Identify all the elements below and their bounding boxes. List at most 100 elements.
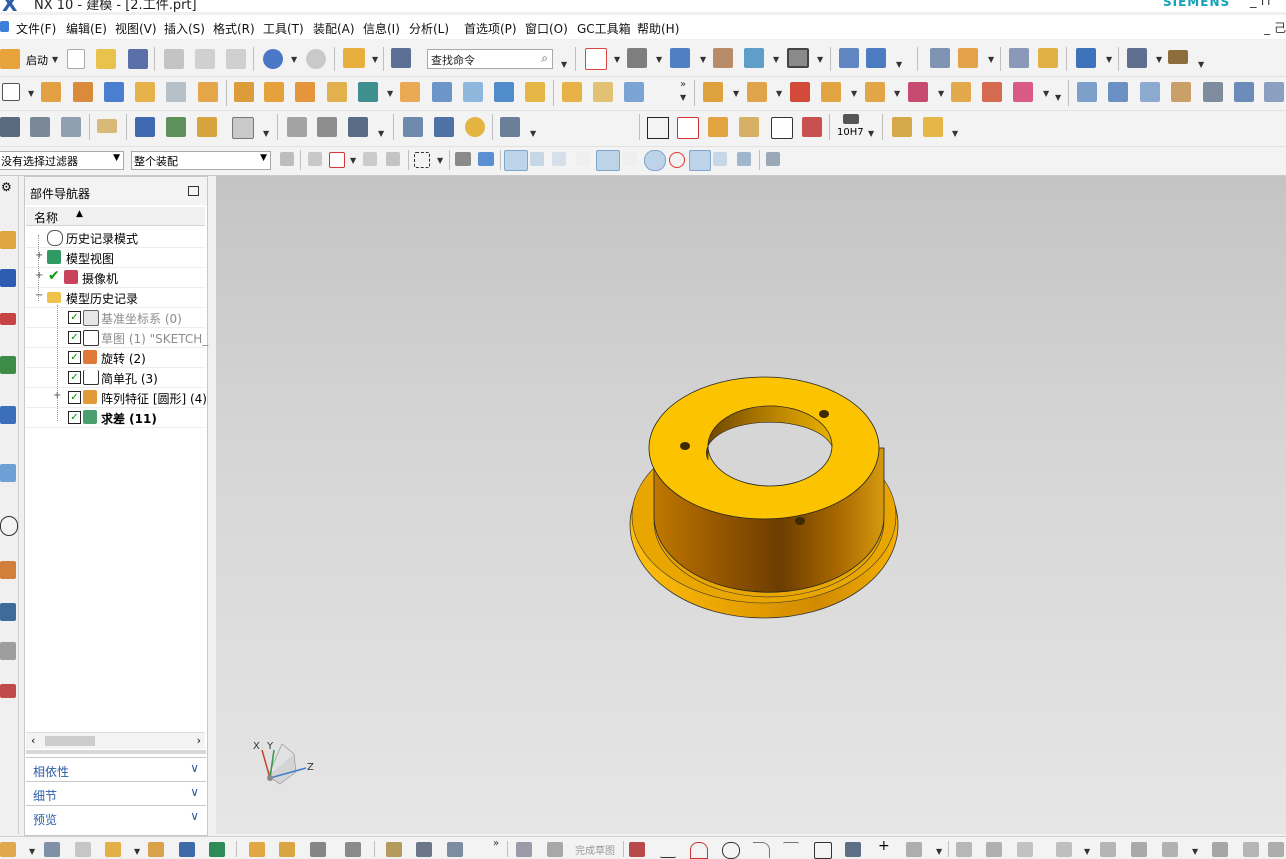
assembly-navigator-icon[interactable] bbox=[0, 117, 20, 137]
constrain-dropdown-icon[interactable]: ▼ bbox=[1192, 847, 1198, 856]
snap-view-icon[interactable] bbox=[839, 48, 859, 68]
intersect-icon[interactable] bbox=[790, 82, 810, 102]
profile-icon[interactable] bbox=[629, 842, 645, 857]
search-icon[interactable]: ⌕ bbox=[541, 51, 548, 66]
circle-icon[interactable] bbox=[722, 842, 740, 859]
tolerance-icon[interactable] bbox=[843, 114, 859, 124]
more-features-icon[interactable]: » bbox=[680, 79, 686, 90]
dimension-icon[interactable] bbox=[802, 117, 822, 137]
checkmark-icon[interactable]: ✔ bbox=[48, 268, 60, 284]
menu-view[interactable]: 视图(V) bbox=[115, 20, 157, 37]
layer-category-icon[interactable] bbox=[930, 48, 950, 68]
window-dropdown-icon[interactable]: ▼ bbox=[372, 55, 378, 64]
curve-analysis-icon[interactable] bbox=[287, 117, 307, 137]
snap-point-toggle-icon[interactable] bbox=[504, 150, 528, 171]
curve-dropdown-icon[interactable]: ▼ bbox=[936, 847, 942, 856]
menu-analysis[interactable]: 分析(L) bbox=[409, 20, 449, 37]
exploded-view-icon[interactable] bbox=[209, 842, 225, 857]
constraint-dropdown-icon[interactable]: ▼ bbox=[134, 847, 140, 856]
scrollbar-thumb[interactable] bbox=[45, 736, 95, 746]
arrangement-icon[interactable] bbox=[310, 842, 326, 857]
open-folder-icon[interactable] bbox=[96, 49, 116, 69]
visibility-checkbox[interactable]: ✓ bbox=[68, 311, 81, 324]
hide-show-icon[interactable] bbox=[1038, 48, 1058, 68]
table-add-icon[interactable] bbox=[708, 117, 728, 137]
subtract-tool-icon[interactable] bbox=[747, 82, 767, 102]
menu-edit[interactable]: 编辑(E) bbox=[66, 20, 107, 37]
wcs-icon[interactable] bbox=[958, 48, 978, 68]
geometric-constraints-icon[interactable] bbox=[1131, 842, 1147, 857]
tree-row-history-mode[interactable]: 历史记录模式 bbox=[26, 227, 205, 248]
show-and-hide-icon[interactable] bbox=[1076, 48, 1096, 68]
select-intent-icon[interactable] bbox=[363, 152, 377, 166]
bom-icon[interactable] bbox=[739, 117, 759, 137]
start-button[interactable]: 启动 bbox=[26, 52, 48, 68]
relations-browser-icon[interactable] bbox=[1243, 842, 1259, 857]
through-curves-icon[interactable] bbox=[1077, 82, 1097, 102]
bounded-grid-icon[interactable] bbox=[737, 152, 751, 166]
settings-icon[interactable]: ⚙ bbox=[1, 180, 12, 194]
menu-window[interactable]: 窗口(O) bbox=[525, 20, 568, 37]
quick-extend-icon[interactable] bbox=[986, 842, 1002, 857]
menu-help[interactable]: 帮助(H) bbox=[637, 20, 679, 37]
point-dropdown-icon[interactable]: ▼ bbox=[1156, 55, 1162, 64]
background-icon[interactable] bbox=[787, 48, 809, 68]
cut-icon[interactable] bbox=[164, 49, 184, 69]
chevron-down-icon[interactable]: ∨ bbox=[190, 785, 199, 799]
add-component-icon[interactable] bbox=[44, 842, 60, 857]
mirror-curve-icon[interactable] bbox=[1056, 842, 1072, 857]
part-navigator-tab-icon[interactable] bbox=[0, 313, 16, 325]
quick-trim-icon[interactable] bbox=[956, 842, 972, 857]
clearance-icon[interactable] bbox=[386, 842, 402, 857]
wcs-dropdown-icon[interactable]: ▼ bbox=[988, 55, 994, 64]
tool-setup-icon[interactable] bbox=[500, 117, 520, 137]
studio-surface-icon[interactable] bbox=[1171, 82, 1191, 102]
tree-row-datum-csys[interactable]: ✓ 基准坐标系 (0) bbox=[26, 307, 205, 328]
tree-row-model-views[interactable]: + 模型视图 bbox=[26, 247, 205, 268]
tree-row-sketch[interactable]: ✓ 草图 (1) "SKETCH_ bbox=[26, 327, 208, 348]
menu-preferences[interactable]: 首选项(P) bbox=[464, 20, 517, 37]
rectangle-icon[interactable] bbox=[814, 842, 832, 859]
graphics-window[interactable]: X Y Z bbox=[216, 176, 1286, 834]
window-switch-icon[interactable] bbox=[343, 48, 365, 68]
rectangle-select-icon[interactable] bbox=[414, 152, 430, 168]
n-sided-surface-icon[interactable] bbox=[1203, 82, 1223, 102]
visibility-checkbox[interactable]: ✓ bbox=[68, 371, 81, 384]
pocket-icon[interactable] bbox=[295, 82, 315, 102]
select-box-icon[interactable] bbox=[329, 152, 345, 168]
auto-constrain-icon[interactable] bbox=[1162, 842, 1178, 857]
fit-view-icon[interactable] bbox=[585, 48, 607, 70]
table-icon[interactable] bbox=[677, 117, 699, 139]
visibility-checkbox[interactable]: ✓ bbox=[68, 391, 81, 404]
center-point-icon[interactable] bbox=[644, 150, 666, 171]
replace-face-icon[interactable] bbox=[908, 82, 928, 102]
command-finder-dropdown-icon[interactable]: ▼ bbox=[561, 60, 567, 69]
more-tools-icon[interactable]: » bbox=[493, 838, 499, 849]
spring-icon[interactable] bbox=[403, 117, 423, 137]
tolerance-dropdown-icon[interactable]: ▼ bbox=[868, 129, 874, 138]
redo-icon[interactable] bbox=[306, 49, 326, 69]
finish-sketch-label[interactable]: 完成草图 bbox=[575, 842, 615, 857]
thicken-icon[interactable] bbox=[525, 82, 545, 102]
menu-gc-toolbox[interactable]: GC工具箱 bbox=[577, 20, 631, 37]
block-icon[interactable] bbox=[104, 82, 124, 102]
unite-icon[interactable] bbox=[703, 82, 723, 102]
gear-icon[interactable] bbox=[434, 117, 454, 137]
visibility-checkbox[interactable]: ✓ bbox=[68, 351, 81, 364]
attribute-icon[interactable] bbox=[166, 117, 186, 137]
patch-icon[interactable] bbox=[982, 82, 1002, 102]
horizontal-scrollbar[interactable]: ‹ › bbox=[26, 732, 205, 749]
undo-dropdown-icon[interactable]: ▼ bbox=[291, 55, 297, 64]
mirror-dropdown-icon[interactable]: ▼ bbox=[894, 89, 900, 98]
quadrant-point-icon[interactable] bbox=[669, 152, 685, 168]
arc-icon[interactable] bbox=[690, 842, 708, 859]
new-file-icon[interactable] bbox=[67, 49, 85, 69]
select-dropdown-icon[interactable]: ▼ bbox=[350, 156, 356, 165]
analysis-dropdown-icon[interactable]: ▼ bbox=[378, 129, 384, 138]
edge-blend-icon[interactable] bbox=[562, 82, 582, 102]
tree-row-subtract[interactable]: ✓ 求差 (11) bbox=[26, 407, 205, 428]
emboss-icon[interactable] bbox=[327, 82, 347, 102]
unite-dropdown-icon[interactable]: ▼ bbox=[733, 89, 739, 98]
show-hide-dropdown-icon[interactable]: ▼ bbox=[1106, 55, 1112, 64]
edit-section-icon[interactable] bbox=[713, 48, 733, 68]
